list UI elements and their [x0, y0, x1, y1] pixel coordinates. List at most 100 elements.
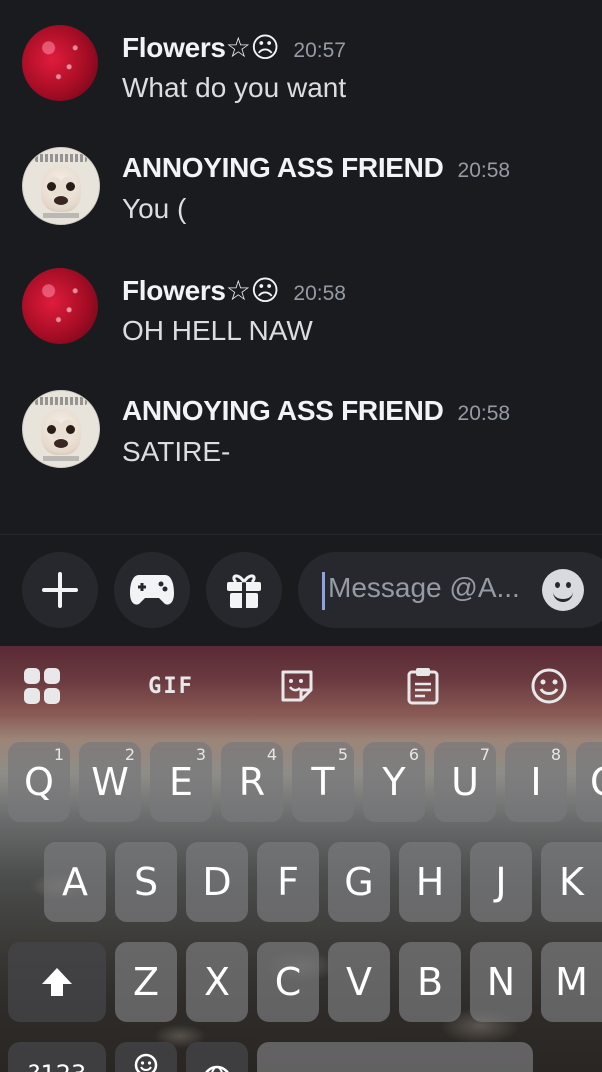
- key-hint: 6: [408, 745, 419, 764]
- dog-nose: [54, 439, 68, 448]
- key-label: D: [202, 860, 232, 904]
- emoji-key[interactable]: [115, 1042, 177, 1072]
- dog-eye: [47, 425, 56, 434]
- language-key[interactable]: [186, 1042, 248, 1072]
- key-hint: 5: [337, 745, 348, 764]
- key-label: V: [346, 960, 372, 1004]
- key-e[interactable]: E3: [150, 742, 212, 822]
- clipboard-icon[interactable]: [403, 666, 443, 706]
- key-u[interactable]: U7: [434, 742, 496, 822]
- key-hint: 1: [53, 745, 64, 764]
- message-text: You (: [122, 193, 187, 224]
- avatar[interactable]: [22, 268, 98, 344]
- message-author[interactable]: ANNOYING ASS FRIEND 20:58: [122, 395, 510, 427]
- globe-icon: [205, 1065, 229, 1072]
- key-x[interactable]: X: [186, 942, 248, 1022]
- key-y[interactable]: Y6: [363, 742, 425, 822]
- key-q[interactable]: Q1: [8, 742, 70, 822]
- gif-button[interactable]: GIF: [145, 666, 197, 706]
- avatar[interactable]: [22, 147, 100, 225]
- key-label: Z: [132, 960, 160, 1004]
- author-name[interactable]: ANNOYING ASS FRIEND: [122, 395, 444, 426]
- plus-icon: [42, 572, 78, 608]
- key-hint: 8: [550, 745, 561, 764]
- text-cursor: [322, 572, 325, 610]
- key-m[interactable]: M: [541, 942, 602, 1022]
- key-r[interactable]: R4: [221, 742, 283, 822]
- key-b[interactable]: B: [399, 942, 461, 1022]
- message-placeholder: Message @A...: [328, 572, 520, 603]
- dog-eye: [66, 182, 75, 191]
- author-name[interactable]: ANNOYING ASS FRIEND: [122, 152, 444, 183]
- dog-face: [41, 166, 81, 212]
- message-author[interactable]: ANNOYING ASS FRIEND 20:58: [122, 152, 510, 184]
- message-timestamp: 20:58: [457, 402, 511, 425]
- dog-nose: [54, 196, 68, 205]
- activities-button[interactable]: [114, 552, 190, 628]
- gift-button[interactable]: [206, 552, 282, 628]
- message-timestamp: 20:58: [293, 282, 346, 305]
- key-label: R: [238, 760, 266, 804]
- key-j[interactable]: J: [470, 842, 532, 922]
- author-name[interactable]: Flowers☆☹: [122, 275, 280, 306]
- key-label: U: [451, 760, 479, 804]
- key-c[interactable]: C: [257, 942, 319, 1022]
- key-label: I: [530, 760, 542, 804]
- key-label: E: [168, 760, 193, 804]
- shift-key[interactable]: [8, 942, 106, 1022]
- author-name[interactable]: Flowers☆☹: [122, 32, 280, 63]
- message-text: What do you want: [122, 72, 347, 103]
- key-v[interactable]: V: [328, 942, 390, 1022]
- shift-arrow-icon: [42, 968, 72, 996]
- chat-messages: Flowers☆☹ 20:57 What do you want ANNOYING…: [0, 0, 602, 534]
- key-label: Q: [24, 760, 54, 804]
- key-hint: 2: [124, 745, 135, 764]
- message-text: OH HELL NAW: [122, 315, 313, 346]
- key-label: A: [62, 860, 88, 904]
- key-n[interactable]: N: [470, 942, 532, 1022]
- message-text: SATIRE-: [122, 436, 231, 467]
- emoji-icon[interactable]: [529, 666, 569, 706]
- message-composer: Message @A...: [0, 534, 602, 647]
- key-label: M: [555, 960, 588, 1004]
- key-d[interactable]: D: [186, 842, 248, 922]
- message[interactable]: ANNOYING ASS FRIEND 20:58 SATIRE-: [0, 386, 602, 476]
- key-hint: 4: [266, 745, 277, 764]
- message[interactable]: Flowers☆☹ 20:58 OH HELL NAW: [0, 265, 602, 355]
- key-s[interactable]: S: [115, 842, 177, 922]
- sticker-icon[interactable]: [277, 666, 317, 706]
- key-label: K: [559, 860, 584, 904]
- key-h[interactable]: H: [399, 842, 461, 922]
- key-t[interactable]: T5: [292, 742, 354, 822]
- key-label: O: [590, 760, 602, 804]
- message[interactable]: Flowers☆☹ 20:57 What do you want: [0, 22, 602, 112]
- key-z[interactable]: Z: [115, 942, 177, 1022]
- key-label: T: [311, 760, 335, 804]
- avatar[interactable]: [22, 25, 98, 101]
- key-label: X: [203, 960, 231, 1004]
- avatar[interactable]: [22, 390, 100, 468]
- key-a[interactable]: A: [44, 842, 106, 922]
- key-g[interactable]: G: [328, 842, 390, 922]
- gif-label: GIF: [148, 673, 194, 699]
- key-label: ?123: [28, 1060, 87, 1072]
- symbols-key[interactable]: ?123: [8, 1042, 106, 1072]
- key-o[interactable]: O: [576, 742, 602, 822]
- key-label: N: [486, 960, 516, 1004]
- key-label: F: [277, 860, 299, 904]
- key-label: J: [495, 860, 507, 904]
- key-k[interactable]: K: [541, 842, 602, 922]
- smiley-icon[interactable]: [542, 569, 584, 611]
- attach-button[interactable]: [22, 552, 98, 628]
- message-input[interactable]: Message @A...: [298, 552, 602, 628]
- message[interactable]: ANNOYING ASS FRIEND 20:58 You (: [0, 143, 602, 233]
- apps-grid-icon[interactable]: [22, 666, 62, 706]
- key-f[interactable]: F: [257, 842, 319, 922]
- message-timestamp: 20:58: [457, 159, 511, 182]
- space-key[interactable]: [257, 1042, 533, 1072]
- key-i[interactable]: I8: [505, 742, 567, 822]
- message-author[interactable]: Flowers☆☹ 20:58: [122, 274, 346, 307]
- dog-eye: [47, 182, 56, 191]
- key-w[interactable]: W2: [79, 742, 141, 822]
- message-author[interactable]: Flowers☆☹ 20:57: [122, 31, 346, 64]
